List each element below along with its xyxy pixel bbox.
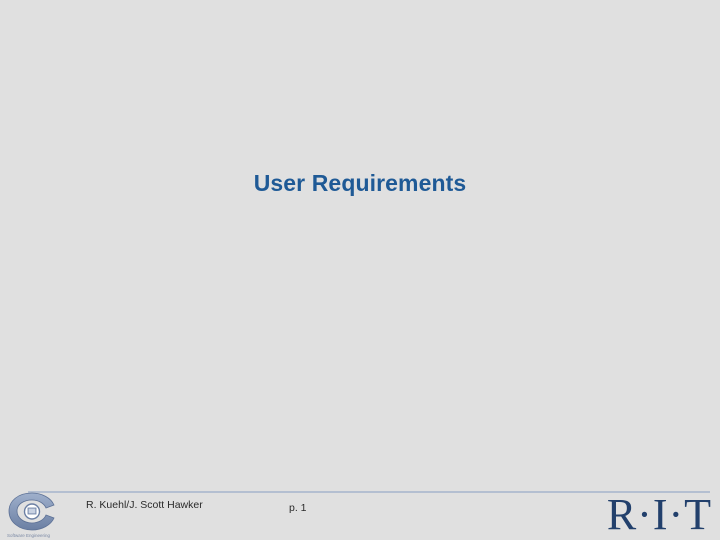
rit-logo-icon: R·I·T bbox=[606, 490, 712, 539]
logo-caption: Software Engineering bbox=[7, 533, 51, 538]
page-number: p. 1 bbox=[289, 502, 307, 514]
footer-authors: R. Kuehl/J. Scott Hawker bbox=[86, 499, 203, 511]
slide-title: User Requirements bbox=[253, 170, 467, 196]
slide: User Requirements Software Engineering R… bbox=[0, 0, 720, 540]
